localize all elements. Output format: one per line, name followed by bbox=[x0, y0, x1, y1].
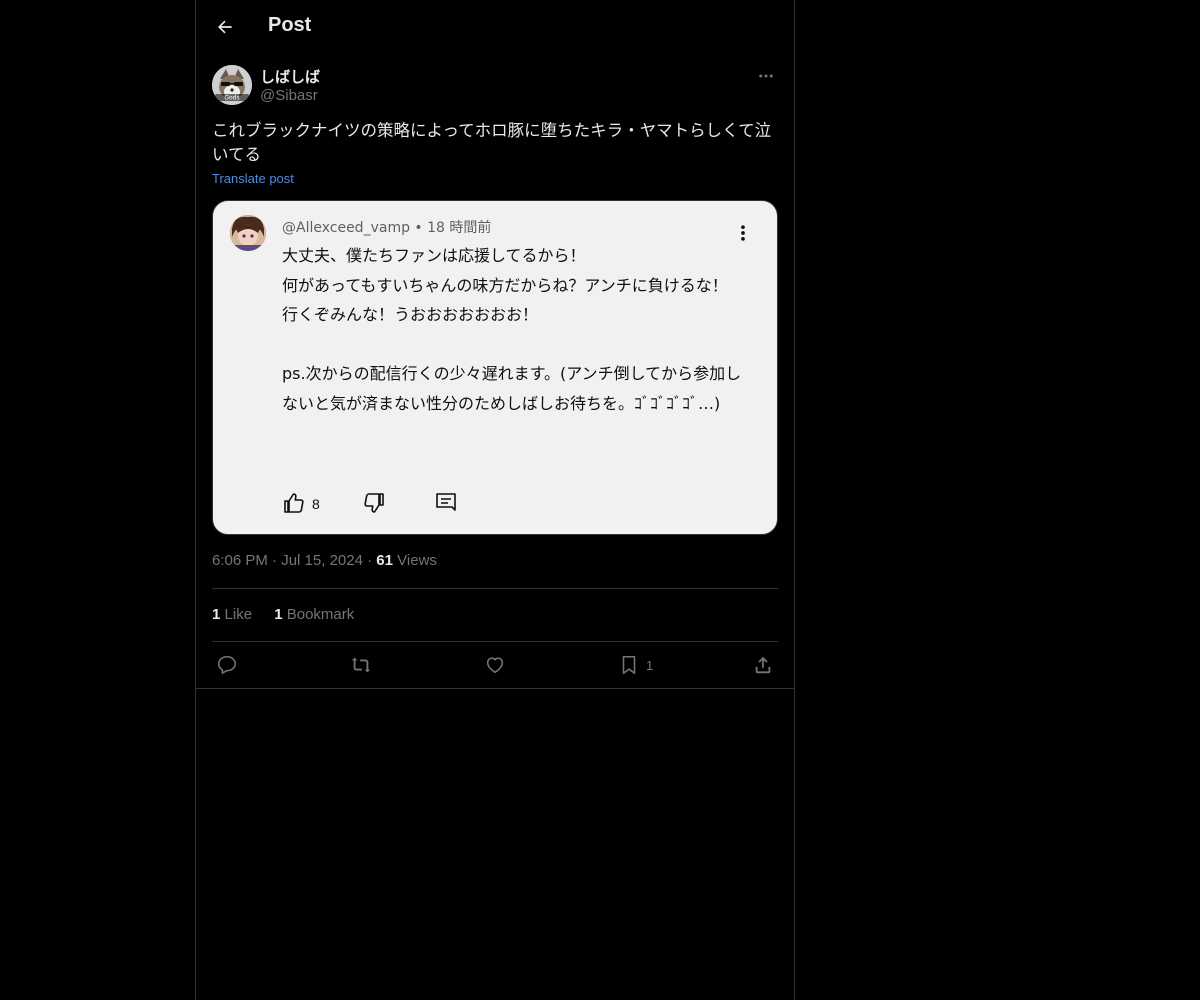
comment-body: 大丈夫、僕たちファンは応援してるから！ 何があってもすいちゃんの味方だからね？ア… bbox=[282, 246, 742, 413]
thumbs-down-icon bbox=[364, 493, 384, 513]
page-title: Post bbox=[268, 14, 312, 36]
like-button[interactable] bbox=[484, 653, 506, 677]
meta-separator: • bbox=[414, 220, 428, 236]
bookmark-icon bbox=[622, 655, 636, 675]
comment-meta: @Allexceed_vamp • 18 時間前 bbox=[282, 217, 491, 237]
author-handle[interactable]: @Sibasr bbox=[260, 87, 318, 104]
thumbs-up-icon bbox=[284, 493, 304, 513]
post-date[interactable]: Jul 15, 2024 bbox=[281, 552, 363, 569]
reply-comment-icon bbox=[436, 493, 456, 511]
reply-button[interactable] bbox=[216, 653, 238, 677]
bookmarks-stat[interactable]: 1 Bookmark bbox=[274, 606, 354, 623]
repost-button[interactable] bbox=[350, 653, 372, 677]
post-timestamp: 6:06 PM · Jul 15, 2024 · 61 Views bbox=[212, 552, 437, 569]
author-display-name[interactable]: しばしば bbox=[260, 66, 320, 87]
fox-avatar-image: Gods bbox=[212, 65, 252, 105]
post-column: Post Gods しばしば @Sibasr これブラックナイツの策略によってホ… bbox=[195, 0, 795, 1000]
heart-icon bbox=[486, 657, 504, 674]
comment-avatar bbox=[230, 215, 266, 251]
repost-icon bbox=[351, 657, 371, 673]
comment-author: @Allexceed_vamp bbox=[282, 220, 410, 236]
divider bbox=[196, 688, 794, 689]
comment-time: 18 時間前 bbox=[427, 220, 492, 236]
top-bar: Post bbox=[196, 0, 794, 54]
share-button[interactable] bbox=[752, 653, 774, 677]
back-button[interactable] bbox=[208, 10, 242, 44]
post-media-image[interactable]: @Allexceed_vamp • 18 時間前 大丈夫、僕たちファンは応援して… bbox=[212, 200, 778, 535]
divider bbox=[212, 588, 778, 589]
bookmark-count: 1 bbox=[646, 657, 654, 673]
more-options-button[interactable] bbox=[754, 64, 778, 88]
bookmark-button[interactable]: 1 bbox=[618, 653, 653, 677]
post-action-bar: 1 bbox=[212, 653, 778, 677]
bookmarks-count: 1 bbox=[274, 606, 283, 623]
likes-label: Like bbox=[224, 606, 253, 623]
avatar[interactable]: Gods bbox=[212, 65, 252, 105]
views-label: Views bbox=[397, 552, 437, 569]
reply-icon bbox=[217, 655, 237, 675]
views-count: 61 bbox=[376, 552, 393, 569]
engagement-stats: 1 Like 1 Bookmark bbox=[212, 606, 372, 623]
likes-count: 1 bbox=[212, 606, 221, 623]
avatar-caption: Gods bbox=[224, 95, 239, 102]
translate-post-link[interactable]: Translate post bbox=[212, 171, 294, 186]
post: Gods しばしば @Sibasr これブラックナイツの策略によってホロ豚に堕ち… bbox=[212, 64, 778, 675]
post-time[interactable]: 6:06 PM bbox=[212, 552, 268, 569]
more-vertical-icon bbox=[741, 225, 745, 241]
bookmarks-label: Bookmark bbox=[286, 606, 355, 623]
divider bbox=[212, 641, 778, 642]
likes-stat[interactable]: 1 Like bbox=[212, 606, 252, 623]
arrow-left-icon bbox=[218, 20, 232, 34]
comment-like-count: 8 bbox=[312, 496, 320, 512]
share-icon bbox=[755, 656, 771, 674]
more-horizontal-icon bbox=[759, 74, 773, 78]
post-author: Gods しばしば @Sibasr bbox=[212, 64, 778, 106]
post-text: これブラックナイツの策略によってホロ豚に堕ちたキラ・ヤマトらしくて泣いてる bbox=[212, 121, 772, 164]
dot-separator: · bbox=[272, 552, 282, 569]
dot-separator: · bbox=[367, 552, 377, 569]
